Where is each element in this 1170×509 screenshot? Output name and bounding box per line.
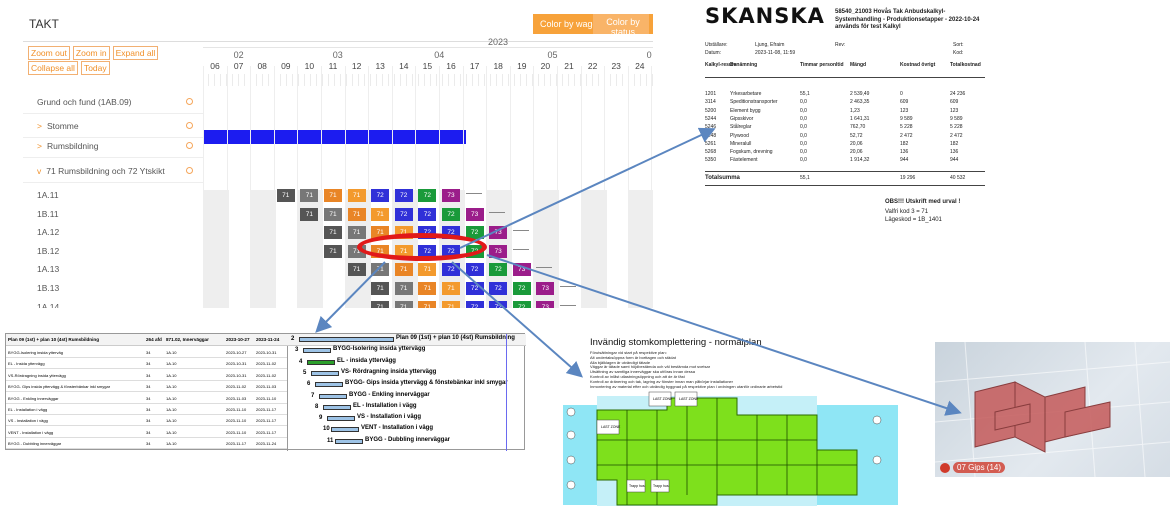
callout-arrows [315, 127, 962, 416]
arrow-to-gantt [315, 261, 386, 333]
arrow-to-report [459, 127, 716, 249]
plan-note-line: Inmontering av material efter och utvänd… [590, 383, 783, 389]
